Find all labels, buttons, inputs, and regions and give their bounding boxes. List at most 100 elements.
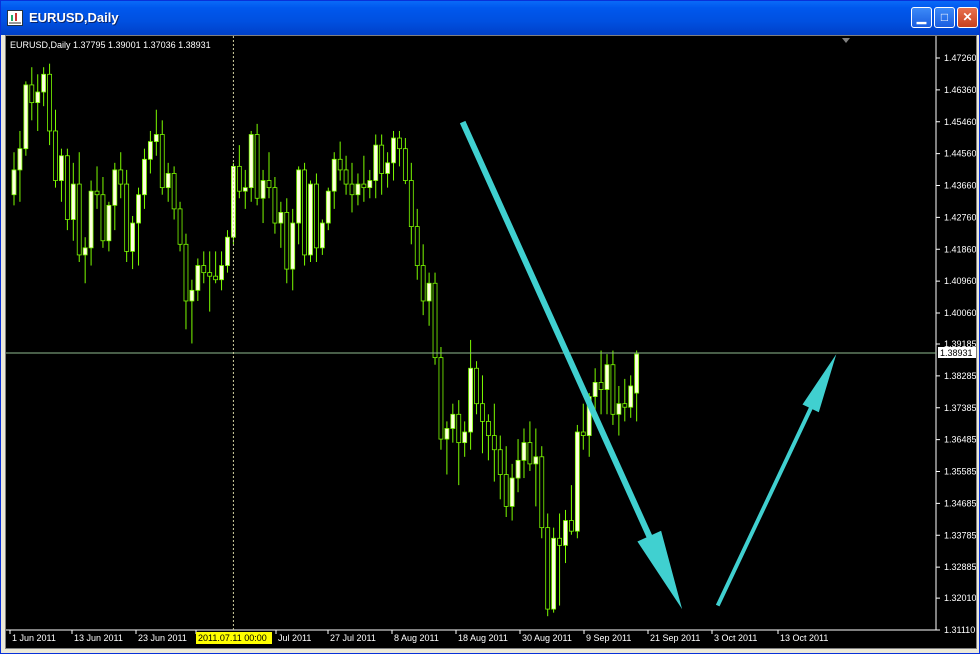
candle <box>254 123 260 206</box>
price-tick-label: 1.41860 <box>944 244 976 254</box>
candle <box>634 350 640 422</box>
candle <box>539 446 545 539</box>
candle-body-bull <box>533 456 539 465</box>
candle-body-bear <box>201 265 207 274</box>
candle-body-bull <box>521 442 527 461</box>
candle-body-bull <box>604 364 610 390</box>
candle <box>106 201 112 252</box>
candle-body-bull <box>88 190 94 249</box>
candle-body-bull <box>450 413 456 429</box>
candle-body-bear <box>539 456 545 529</box>
chart-shift-marker[interactable] <box>842 38 850 43</box>
candle-body-bull <box>147 141 153 160</box>
candle <box>189 279 195 344</box>
candle-body-bull <box>574 431 580 532</box>
candle <box>569 485 574 535</box>
candle-body-bull <box>35 91 41 104</box>
close-button[interactable]: ✕ <box>957 7 978 28</box>
candle <box>112 162 118 231</box>
candle <box>468 339 474 450</box>
candle <box>225 230 230 273</box>
candle <box>17 130 23 202</box>
candle-body-bear <box>284 212 290 270</box>
candle <box>236 145 242 199</box>
time-tick-label: 18 Aug 2011 <box>458 633 508 643</box>
title-bar[interactable]: EURUSD,Daily ▁ □ ✕ <box>1 1 979 35</box>
candle <box>142 148 147 209</box>
candle <box>29 67 35 121</box>
candle <box>207 251 213 312</box>
price-tick-label: 1.31110 <box>944 625 975 635</box>
candle <box>420 244 426 316</box>
candle <box>219 251 224 291</box>
candle-body-bull <box>355 183 361 196</box>
candle-body-bull <box>634 353 640 394</box>
candle <box>521 428 527 479</box>
maximize-button[interactable]: □ <box>934 7 955 28</box>
candle-body-bear <box>497 449 503 475</box>
candle-body-bear <box>266 180 272 189</box>
candle-body-bull <box>106 204 112 242</box>
candle <box>76 152 82 263</box>
candle <box>456 400 462 486</box>
candle-body-bull <box>260 180 266 199</box>
candle <box>64 148 70 231</box>
candle <box>147 130 153 174</box>
candle-body-bear <box>420 265 426 302</box>
time-tick-label: 21 Sep 2011 <box>650 633 700 643</box>
candle <box>545 513 551 617</box>
candle <box>248 130 254 202</box>
minimize-button[interactable]: ▁ <box>911 7 932 28</box>
candle <box>426 272 432 326</box>
candle <box>503 446 509 518</box>
candle <box>397 130 402 167</box>
candle-body-bull <box>373 144 379 181</box>
chart-app-icon[interactable] <box>7 10 23 26</box>
candle <box>604 354 610 415</box>
candle <box>480 375 485 454</box>
candle <box>195 258 201 301</box>
candle-body-bear <box>207 272 213 277</box>
candle-body-bull <box>444 428 450 440</box>
up-arrow-annotation[interactable] <box>715 354 837 607</box>
candlestick-chart[interactable]: EURUSD,Daily 1.37795 1.39001 1.37036 1.3… <box>6 36 977 648</box>
price-tick-label: 1.43660 <box>944 181 976 191</box>
current-price-label: 1.38931 <box>940 348 973 358</box>
candle <box>462 421 468 457</box>
candle-body-bear <box>53 130 58 181</box>
candle <box>432 272 438 365</box>
time-tick-label: 8 Aug 2011 <box>394 633 439 643</box>
chart-area[interactable]: EURUSD,Daily 1.37795 1.39001 1.37036 1.3… <box>5 35 977 649</box>
candle-body-bear <box>349 183 355 196</box>
candle-body-bear <box>610 364 616 415</box>
candle-body-bull <box>468 367 474 433</box>
candle-body-bear <box>545 527 551 610</box>
down-arrow-annotation[interactable] <box>459 120 683 610</box>
price-tick-label: 1.42760 <box>944 212 976 222</box>
candle <box>450 403 456 443</box>
candle-body-bear <box>118 169 124 185</box>
candle-body-bull <box>142 158 147 196</box>
candle <box>272 177 278 234</box>
candle-body-bear <box>474 367 479 405</box>
candle <box>100 177 106 248</box>
candle-body-bear <box>379 144 385 174</box>
candle-body-bull <box>189 289 195 302</box>
candle <box>373 134 379 199</box>
candle-body-bear <box>527 442 533 465</box>
candle-body-bear <box>598 382 604 390</box>
candle-body-bull <box>616 403 622 415</box>
candle-body-bull <box>391 137 396 164</box>
chart-window: EURUSD,Daily ▁ □ ✕ EURUSD,Daily 1.37795 … <box>0 0 980 654</box>
candle-body-bear <box>408 180 414 227</box>
candle-body-bull <box>426 282 432 302</box>
candle-body-bear <box>503 474 509 507</box>
candle <box>213 251 219 284</box>
chart-info-line: EURUSD,Daily 1.37795 1.39001 1.37036 1.3… <box>10 40 211 50</box>
candle <box>11 152 17 206</box>
candle <box>337 141 343 181</box>
time-tick-label: 9 Sep 2011 <box>586 633 631 643</box>
time-tick-label: 23 Jun 2011 <box>138 633 187 643</box>
candle <box>485 414 491 461</box>
close-icon: ✕ <box>962 10 973 24</box>
